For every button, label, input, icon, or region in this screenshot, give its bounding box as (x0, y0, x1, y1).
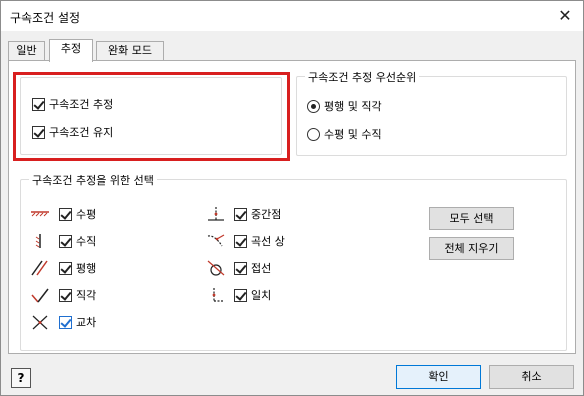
help-button[interactable]: ? (11, 368, 31, 388)
perpendicular-constraint-icon (29, 287, 51, 303)
dialog-title: 구속조건 설정 (10, 11, 81, 25)
tangent-checkbox[interactable] (234, 261, 247, 275)
midpoint-label: 중간점 (251, 208, 282, 221)
parallel-option[interactable]: 평행 (59, 260, 96, 276)
infer-constraints-label: 구속조건 추정 (49, 98, 114, 111)
vertical-checkbox[interactable] (59, 234, 72, 248)
parallel-constraint-icon (29, 260, 51, 276)
cancel-button[interactable]: 취소 (489, 365, 574, 389)
parallel-checkbox[interactable] (59, 261, 72, 275)
tangent-option[interactable]: 접선 (234, 260, 271, 276)
horizontal-option[interactable]: 수평 (59, 206, 96, 222)
perpendicular-label: 직각 (76, 289, 97, 302)
intersection-checkbox[interactable] (59, 315, 72, 329)
close-button[interactable]: ✕ (553, 5, 577, 27)
selection-group-title: 구속조건 추정을 위한 선택 (29, 172, 157, 188)
persist-constraints-label: 구속조건 유지 (49, 126, 114, 139)
perpendicular-option[interactable]: 직각 (59, 287, 96, 303)
radio-option-parallel-perpendicular[interactable]: 평행 및 직각 (307, 98, 382, 114)
on-curve-label: 곡선 상 (251, 235, 285, 248)
on-curve-checkbox[interactable] (234, 234, 247, 248)
selection-group: 구속조건 추정을 위한 선택 수평 수직 평행 직각 교차 중간점 곡선 상 접… (20, 172, 567, 351)
parallel-perpendicular-label: 평행 및 직각 (324, 100, 382, 113)
on-curve-option[interactable]: 곡선 상 (234, 233, 285, 249)
coincident-label: 일치 (251, 289, 272, 302)
vertical-option[interactable]: 수직 (59, 233, 96, 249)
parallel-perpendicular-radio[interactable] (307, 99, 320, 113)
clear-all-button[interactable]: 전체 지우기 (429, 237, 514, 260)
title-bar: 구속조건 설정 ✕ (1, 1, 583, 31)
priority-group-title: 구속조건 추정 우선순위 (305, 69, 420, 85)
tab-general[interactable]: 일반 (8, 41, 45, 61)
infer-constraints-option[interactable]: 구속조건 추정 (32, 96, 113, 112)
priority-group: 구속조건 추정 우선순위 평행 및 직각 수평 및 수직 (296, 69, 567, 156)
tab-relax-mode[interactable]: 완화 모드 (96, 41, 164, 61)
radio-option-horizontal-vertical[interactable]: 수평 및 수직 (307, 126, 382, 142)
horizontal-vertical-label: 수평 및 수직 (324, 128, 382, 141)
vertical-label: 수직 (76, 235, 97, 248)
tangent-constraint-icon (205, 260, 227, 276)
parallel-label: 평행 (76, 262, 97, 275)
on-curve-constraint-icon (205, 233, 227, 249)
horizontal-constraint-icon (29, 206, 51, 222)
coincident-checkbox[interactable] (234, 288, 247, 302)
coincident-option[interactable]: 일치 (234, 287, 271, 303)
persist-constraints-checkbox[interactable] (32, 125, 45, 139)
midpoint-option[interactable]: 중간점 (234, 206, 281, 222)
ok-button[interactable]: 확인 (396, 365, 481, 389)
tangent-label: 접선 (251, 262, 272, 275)
inference-group: 구속조건 추정 구속조건 유지 (20, 77, 282, 155)
perpendicular-checkbox[interactable] (59, 288, 72, 302)
coincident-constraint-icon (205, 287, 227, 303)
vertical-constraint-icon (29, 233, 51, 249)
constraint-settings-dialog: 구속조건 설정 ✕ 일반 추정 완화 모드 구속조건 추정 구속조건 유지 구속… (0, 0, 584, 396)
infer-constraints-checkbox[interactable] (32, 97, 45, 111)
midpoint-constraint-icon (205, 206, 227, 222)
select-all-button[interactable]: 모두 선택 (429, 207, 514, 230)
intersection-constraint-icon (29, 314, 51, 330)
tab-inference[interactable]: 추정 (49, 39, 93, 62)
intersection-option[interactable]: 교차 (59, 314, 96, 330)
horizontal-checkbox[interactable] (59, 207, 72, 221)
tab-panel: 구속조건 추정 구속조건 유지 구속조건 추정 우선순위 평행 및 직각 수평 … (8, 60, 576, 354)
persist-constraints-option[interactable]: 구속조건 유지 (32, 124, 113, 140)
horizontal-label: 수평 (76, 208, 97, 221)
intersection-label: 교차 (76, 316, 97, 329)
horizontal-vertical-radio[interactable] (307, 127, 320, 141)
midpoint-checkbox[interactable] (234, 207, 247, 221)
